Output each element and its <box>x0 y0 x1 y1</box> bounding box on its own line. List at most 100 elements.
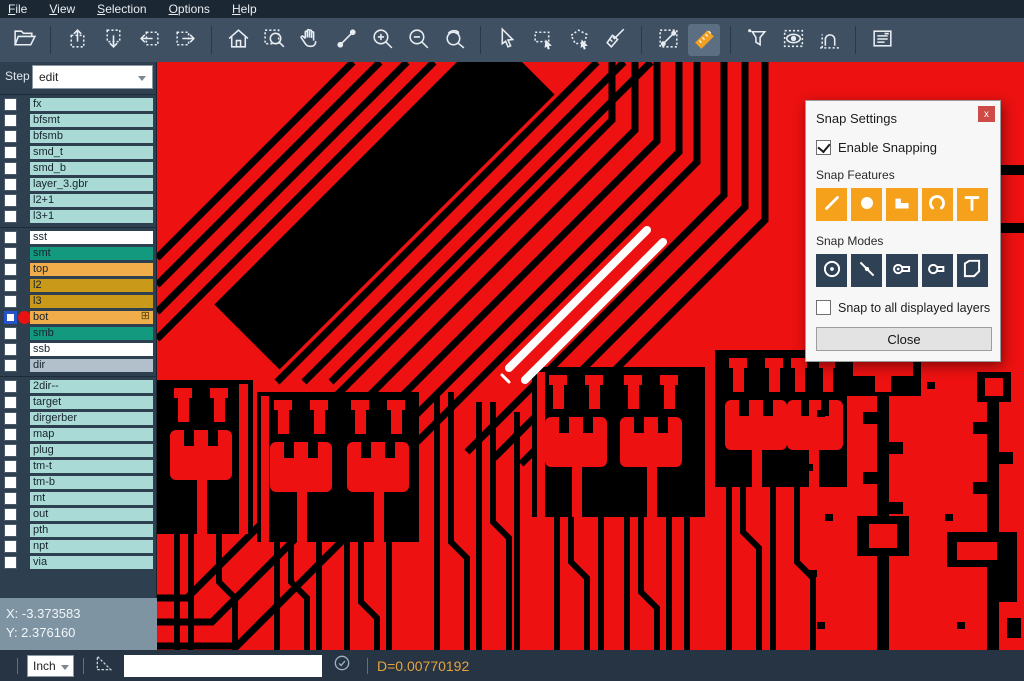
layer-visibility-checkbox[interactable] <box>4 146 17 159</box>
snap-mode-center-button[interactable] <box>816 254 847 287</box>
close-button[interactable]: Close <box>816 327 992 351</box>
layer-visibility-checkbox[interactable] <box>4 130 17 143</box>
layer-visibility-checkbox[interactable] <box>4 162 17 175</box>
layer-name[interactable]: l2 <box>30 279 153 292</box>
layer-visibility-checkbox[interactable] <box>4 396 17 409</box>
dialog-close-button[interactable]: x <box>978 106 995 122</box>
tool-shift-right-button[interactable] <box>169 24 201 56</box>
layer-visibility-checkbox[interactable] <box>4 279 17 292</box>
snap-feature-line-button[interactable] <box>816 188 847 221</box>
snap-mode-contour-button[interactable] <box>957 254 988 287</box>
layer-name[interactable]: smd_b <box>30 162 153 175</box>
layer-name[interactable]: dirgerber <box>30 412 153 425</box>
layer-visibility-checkbox[interactable] <box>4 247 17 260</box>
tool-clean-button[interactable] <box>599 24 631 56</box>
layer-name[interactable]: bot⊞ <box>30 311 153 324</box>
snap-mode-pad-center-button[interactable] <box>886 254 917 287</box>
tool-zoom-out-button[interactable] <box>402 24 434 56</box>
tool-snap-button[interactable] <box>813 24 845 56</box>
units-dropdown[interactable]: Inch <box>27 655 74 677</box>
menu-item-view[interactable]: View <box>49 0 75 18</box>
snap-mode-pad-edge-button[interactable] <box>922 254 953 287</box>
layer-visibility-checkbox[interactable] <box>4 524 17 537</box>
layer-name[interactable]: dir <box>30 359 153 372</box>
tool-select-poly-button[interactable] <box>563 24 595 56</box>
layer-visibility-checkbox[interactable] <box>4 327 17 340</box>
layer-name[interactable]: l2+1 <box>30 194 153 207</box>
layer-visibility-checkbox[interactable] <box>4 556 17 569</box>
layer-name[interactable]: mt <box>30 492 153 505</box>
layer-name[interactable]: tm-b <box>30 476 153 489</box>
layer-visibility-checkbox[interactable] <box>4 540 17 553</box>
layer-visibility-checkbox[interactable] <box>4 444 17 457</box>
tool-filter-button[interactable] <box>741 24 773 56</box>
tool-open-folder-button[interactable] <box>8 24 40 56</box>
tool-measure-button[interactable] <box>330 24 362 56</box>
layer-name[interactable]: smd_t <box>30 146 153 159</box>
layer-name[interactable]: ssb <box>30 343 153 356</box>
snap-mode-midpoint-button[interactable] <box>851 254 882 287</box>
tool-zoom-back-button[interactable] <box>438 24 470 56</box>
layer-name[interactable]: npt <box>30 540 153 553</box>
layer-name[interactable]: target <box>30 396 153 409</box>
layer-name[interactable]: out <box>30 508 153 521</box>
layer-name[interactable]: l3 <box>30 295 153 308</box>
snap-feature-arc-button[interactable] <box>922 188 953 221</box>
tool-zoom-window-button[interactable] <box>258 24 290 56</box>
layer-name[interactable]: layer_3.gbr <box>30 178 153 191</box>
layer-visibility-checkbox[interactable] <box>4 492 17 505</box>
measure-input[interactable] <box>124 655 322 677</box>
tool-ruler-button[interactable] <box>688 24 720 56</box>
layer-name[interactable]: 2dir-- <box>30 380 153 393</box>
snap-feature-surface-button[interactable] <box>886 188 917 221</box>
layer-name[interactable]: via <box>30 556 153 569</box>
layer-name[interactable]: sst <box>30 231 153 244</box>
layer-name[interactable]: tm-t <box>30 460 153 473</box>
layer-name[interactable]: bfsmt <box>30 114 153 127</box>
layer-name[interactable]: pth <box>30 524 153 537</box>
layer-visibility-checkbox[interactable] <box>4 359 17 372</box>
enable-snapping-checkbox[interactable] <box>816 140 831 155</box>
tool-home-button[interactable] <box>222 24 254 56</box>
layer-visibility-checkbox[interactable] <box>4 460 17 473</box>
tool-layer-list-button[interactable] <box>866 24 898 56</box>
layer-name[interactable]: fx <box>30 98 153 111</box>
tool-select-button[interactable] <box>491 24 523 56</box>
tool-shift-left-button[interactable] <box>133 24 165 56</box>
layer-visibility-checkbox[interactable] <box>4 210 17 223</box>
layer-name[interactable]: plug <box>30 444 153 457</box>
layer-visibility-checkbox[interactable] <box>4 194 17 207</box>
layer-visibility-checkbox[interactable] <box>4 380 17 393</box>
layer-name[interactable]: smt <box>30 247 153 260</box>
snap-feature-text-button[interactable] <box>957 188 988 221</box>
tool-view-visibility-button[interactable] <box>777 24 809 56</box>
layer-visibility-checkbox[interactable] <box>4 231 17 244</box>
tool-shift-down-button[interactable] <box>97 24 129 56</box>
step-dropdown[interactable]: edit <box>32 65 153 89</box>
layer-visibility-checkbox[interactable] <box>4 114 17 127</box>
layer-visibility-checkbox[interactable] <box>4 412 17 425</box>
menu-item-file[interactable]: File <box>8 0 27 18</box>
layer-visibility-checkbox[interactable] <box>4 295 17 308</box>
layer-visibility-checkbox[interactable] <box>4 476 17 489</box>
layer-visibility-checkbox[interactable] <box>4 263 17 276</box>
tool-measure-box-button[interactable] <box>652 24 684 56</box>
layer-name[interactable]: map <box>30 428 153 441</box>
snap-feature-circle-button[interactable] <box>851 188 882 221</box>
confirm-circle-icon[interactable] <box>332 653 352 678</box>
menu-item-options[interactable]: Options <box>169 0 210 18</box>
layer-name[interactable]: l3+1 <box>30 210 153 223</box>
layer-name[interactable]: top <box>30 263 153 276</box>
layer-visibility-checkbox[interactable] <box>4 343 17 356</box>
tool-shift-up-button[interactable] <box>61 24 93 56</box>
tool-zoom-in-button[interactable] <box>366 24 398 56</box>
layer-visibility-checkbox[interactable] <box>4 98 17 111</box>
snap-all-layers-checkbox[interactable] <box>816 300 831 315</box>
layer-name[interactable]: smb <box>30 327 153 340</box>
layer-visibility-checkbox[interactable] <box>4 428 17 441</box>
tool-pan-button[interactable] <box>294 24 326 56</box>
layer-visibility-checkbox[interactable] <box>4 311 17 324</box>
menu-item-selection[interactable]: Selection <box>97 0 146 18</box>
layer-name[interactable]: bfsmb <box>30 130 153 143</box>
layer-visibility-checkbox[interactable] <box>4 178 17 191</box>
